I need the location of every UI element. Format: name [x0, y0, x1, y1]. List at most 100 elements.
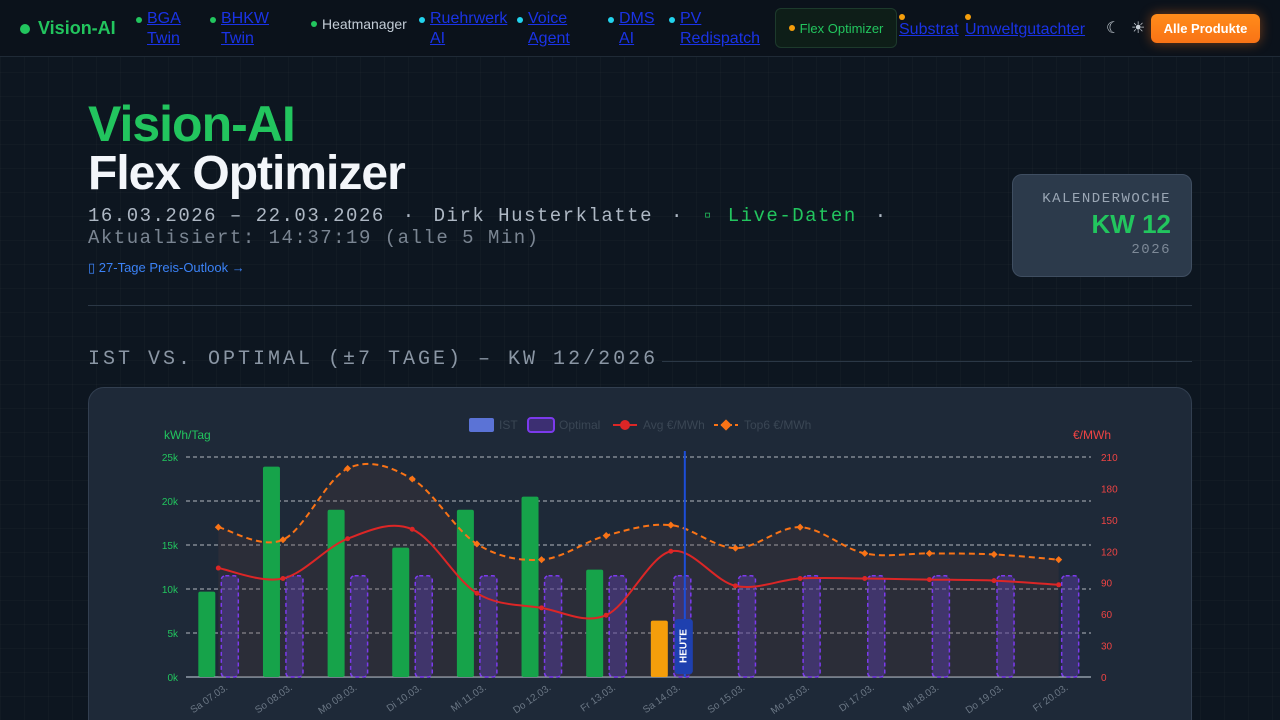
x-tick-label: Sa 07.03.	[189, 682, 230, 716]
x-tick-label: Mi 18.03.	[901, 682, 941, 715]
nav-label-flex-optimizer: Flex Optimizer	[799, 20, 884, 36]
point-avg-price	[732, 583, 738, 589]
nav-link-substrat[interactable]: Substrat	[899, 20, 959, 40]
y-axis-left-title: kWh/Tag	[164, 428, 211, 442]
status-dot-icon	[517, 17, 523, 23]
legend-swatch-ist	[469, 418, 494, 432]
x-tick-label: Di 17.03.	[837, 682, 876, 714]
bar-ist	[198, 591, 216, 677]
bar-ist	[650, 620, 668, 677]
point-avg-price	[409, 526, 415, 532]
bar-optimal	[414, 575, 433, 678]
x-tick-label: Do 19.03.	[964, 682, 1006, 716]
ist-vs-optimal-chart: IST Optimal Avg €/MWh Top6 €/MWh kWh/Tag €/MW…	[162, 417, 1118, 717]
page-meta: 16.03.2026 – 22.03.2026 · Dirk Husterklatt…	[88, 205, 968, 249]
page-title-brand: Vision-AI	[88, 96, 296, 152]
nav-item-umweltgutachter[interactable]: Umweltgutachter	[965, 14, 1085, 40]
bar-optimal	[996, 575, 1015, 678]
nav-link-pv-redispatch[interactable]: PV Redispatch	[680, 9, 760, 49]
live-indicator-icon: ▫	[701, 205, 715, 227]
nav-link-ruehrwerk-ai[interactable]: Ruehrwerk AI	[430, 9, 507, 49]
point-avg-price	[862, 576, 868, 582]
y-tick-right: 120	[1101, 547, 1118, 558]
x-tick-label: Di 10.03.	[385, 682, 424, 714]
y-tick-left: 5k	[167, 629, 179, 640]
nav-link-bhkw-twin[interactable]: BHKW Twin	[221, 9, 269, 49]
section-title-line	[662, 361, 1192, 362]
brand-logo[interactable]: Vision-AI	[20, 18, 116, 39]
y-tick-right: 180	[1101, 484, 1118, 495]
nav-item-bga-twin[interactable]: BGA Twin	[136, 9, 181, 49]
y-tick-left: 20k	[162, 497, 179, 508]
y-tick-right: 90	[1101, 579, 1113, 590]
status-dot-icon	[311, 21, 317, 27]
y-tick-right: 60	[1101, 610, 1113, 621]
calendar-icon: ▯	[88, 260, 96, 275]
status-dot-icon	[788, 25, 795, 31]
point-avg-price	[668, 548, 674, 554]
legend-label-0: IST	[499, 418, 518, 432]
bar-optimal	[608, 575, 627, 678]
nav-label-heatmanager: Heatmanager	[322, 16, 407, 32]
point-avg-price	[991, 578, 997, 584]
status-dot-icon	[419, 17, 425, 23]
nav-item-heatmanager[interactable]: Heatmanager	[311, 14, 407, 34]
calendar-week-card: KALENDERWOCHE KW 12 2026	[1012, 174, 1192, 277]
user-name: Dirk Husterklatte	[433, 205, 653, 227]
price-outlook-link[interactable]: ▯ 27-Tage Preis-Outlook →	[88, 260, 245, 276]
nav-link-bga-twin[interactable]: BGA Twin	[147, 9, 181, 49]
point-avg-price	[474, 590, 480, 596]
page-title: Flex Optimizer	[88, 147, 406, 200]
bar-optimal	[285, 575, 304, 678]
all-products-button[interactable]: Alle Produkte	[1151, 14, 1260, 43]
bar-optimal	[1060, 575, 1080, 678]
x-tick-label: Mo 16.03.	[769, 682, 812, 717]
calendar-week-value: KW 12	[1091, 209, 1171, 239]
y-tick-right: 30	[1101, 642, 1113, 653]
bar-optimal	[867, 575, 886, 678]
meta-separator: ·	[671, 205, 684, 227]
meta-separator: ·	[874, 205, 888, 227]
x-tick-label: So 15.03.	[706, 682, 747, 716]
bar-optimal	[737, 575, 757, 678]
light-mode-icon[interactable]: ☀	[1131, 18, 1145, 38]
calendar-week-year: 2026	[1131, 242, 1171, 258]
price-outlook-label: 27-Tage Preis-Outlook →	[98, 260, 245, 275]
calendar-week-label: KALENDERWOCHE	[1042, 191, 1171, 207]
y-axis-right-title: €/MWh	[1073, 428, 1111, 442]
point-avg-price	[603, 612, 609, 618]
nav-link-voice-agent[interactable]: Voice Agent	[528, 9, 570, 49]
legend-label-1: Optimal	[559, 418, 600, 432]
y-tick-left: 25k	[162, 453, 179, 464]
bar-ist	[392, 547, 410, 677]
bar-ist	[327, 509, 345, 677]
nav-link-dms-ai[interactable]: DMS AI	[619, 9, 655, 49]
nav-item-pv-redispatch[interactable]: PV Redispatch	[669, 9, 760, 49]
legend-swatch-optimal	[527, 417, 555, 433]
x-tick-label: Sa 14.03.	[641, 682, 682, 716]
last-updated: Aktualisiert: 14:37:19 (alle 5 Min)	[88, 227, 540, 249]
dark-mode-icon[interactable]: ☾	[1106, 18, 1120, 38]
bar-optimal	[543, 575, 563, 678]
point-avg-price	[1056, 582, 1062, 588]
x-tick-label: Do 12.03.	[511, 682, 553, 716]
nav-item-voice-agent[interactable]: Voice Agent	[517, 9, 570, 49]
bar-ist	[521, 496, 539, 677]
nav-item-ruehrwerk-ai[interactable]: Ruehrwerk AI	[419, 9, 507, 49]
nav-item-bhkw-twin[interactable]: BHKW Twin	[210, 9, 269, 49]
top-nav: Vision-AI BGA Twin BHKW Twin Heatmanager R…	[0, 0, 1280, 57]
today-badge-label: HEUTE	[678, 629, 689, 663]
legend-marker-top6	[720, 419, 732, 431]
point-avg-price	[280, 576, 286, 582]
bar-optimal	[220, 575, 240, 678]
point-avg-price	[215, 565, 221, 571]
nav-item-substrat[interactable]: Substrat	[899, 14, 959, 40]
y-tick-left: 10k	[162, 585, 179, 596]
nav-item-flex-optimizer[interactable]: Flex Optimizer	[775, 8, 897, 48]
nav-link-umweltgutachter[interactable]: Umweltgutachter	[965, 20, 1085, 40]
legend-marker-avg	[620, 420, 630, 430]
legend-label-2: Avg €/MWh	[643, 418, 705, 432]
nav-item-dms-ai[interactable]: DMS AI	[608, 9, 655, 49]
status-dot-icon	[608, 17, 614, 23]
x-tick-label: Fr 13.03.	[579, 682, 618, 714]
